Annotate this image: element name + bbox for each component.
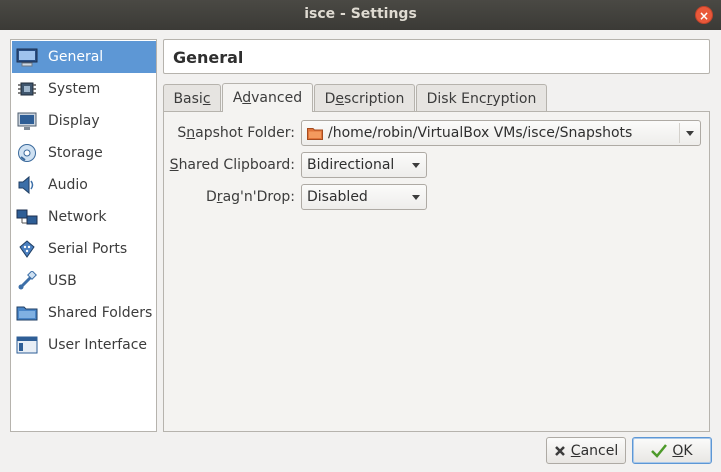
sidebar-item-label: Network bbox=[48, 209, 107, 225]
window-title: isce - Settings bbox=[304, 6, 417, 22]
sidebar-item-usb[interactable]: USB bbox=[12, 265, 156, 297]
sidebar-item-display[interactable]: Display bbox=[12, 105, 156, 137]
ok-button[interactable]: OK bbox=[632, 437, 712, 464]
combo-separator bbox=[679, 123, 680, 143]
shared-clipboard-select[interactable]: Bidirectional bbox=[301, 152, 427, 178]
tab-disk-encryption[interactable]: Disk Encryption bbox=[416, 84, 547, 112]
sidebar-item-general[interactable]: General bbox=[12, 41, 156, 73]
chip-icon bbox=[16, 78, 38, 100]
sidebar-item-serial-ports[interactable]: Serial Ports bbox=[12, 233, 156, 265]
sidebar-item-label: System bbox=[48, 81, 101, 97]
sidebar-item-label: User Interface bbox=[48, 337, 148, 353]
network-icon bbox=[16, 206, 38, 228]
tab-label: Description bbox=[324, 90, 405, 107]
drag-n-drop-value: Disabled bbox=[307, 189, 368, 205]
shared-folder-icon bbox=[16, 302, 38, 324]
chevron-down-icon bbox=[412, 163, 420, 168]
snapshot-folder-select[interactable]: /home/robin/VirtualBox VMs/isce/Snapshot… bbox=[301, 120, 701, 146]
sidebar-item-user-interface[interactable]: User Interface bbox=[12, 329, 156, 361]
snapshot-folder-label: Snapshot Folder: bbox=[177, 125, 295, 141]
tab-label: Disk Encryption bbox=[426, 90, 537, 107]
sidebar-item-network[interactable]: Network bbox=[12, 201, 156, 233]
tab-label: Advanced bbox=[232, 90, 303, 106]
cancel-button-label: Cancel bbox=[570, 442, 619, 459]
sidebar-item-system[interactable]: System bbox=[12, 73, 156, 105]
sidebar-item-label: Storage bbox=[48, 145, 103, 161]
chevron-down-icon bbox=[412, 195, 420, 200]
cancel-button[interactable]: Cancel bbox=[546, 437, 626, 464]
close-icon[interactable]: × bbox=[695, 6, 713, 24]
serial-port-icon bbox=[16, 238, 38, 260]
checkmark-icon bbox=[651, 443, 668, 458]
sidebar-item-label: Serial Ports bbox=[48, 241, 128, 257]
display-icon bbox=[16, 110, 38, 132]
tab-label: Basic bbox=[173, 90, 211, 107]
drag-n-drop-label: Drag'n'Drop: bbox=[206, 189, 295, 205]
tab-advanced[interactable]: Advanced bbox=[222, 83, 313, 112]
sidebar-item-label: Display bbox=[48, 113, 100, 129]
sidebar-item-label: Audio bbox=[48, 177, 88, 193]
sidebar-item-label: USB bbox=[48, 273, 77, 289]
sidebar-item-label: General bbox=[48, 49, 104, 65]
folder-icon bbox=[307, 127, 323, 140]
sidebar-item-label: Shared Folders bbox=[48, 305, 153, 321]
window-titlebar: isce - Settings × bbox=[0, 0, 721, 30]
usb-icon bbox=[16, 270, 38, 292]
shared-clipboard-value: Bidirectional bbox=[307, 157, 395, 173]
settings-sidebar: General System Display Storage Audio Net… bbox=[10, 39, 157, 432]
tab-basic[interactable]: Basic bbox=[163, 84, 221, 112]
shared-clipboard-label: Shared Clipboard: bbox=[169, 157, 295, 173]
sidebar-item-shared-folders[interactable]: Shared Folders bbox=[12, 297, 156, 329]
chevron-down-icon bbox=[686, 131, 694, 136]
disk-icon bbox=[16, 142, 38, 164]
speaker-icon bbox=[16, 174, 38, 196]
snapshot-folder-value: /home/robin/VirtualBox VMs/isce/Snapshot… bbox=[328, 125, 633, 141]
page-title: General bbox=[173, 48, 244, 67]
sidebar-item-storage[interactable]: Storage bbox=[12, 137, 156, 169]
cancel-icon bbox=[554, 445, 566, 457]
monitor-icon bbox=[16, 46, 38, 68]
tab-description[interactable]: Description bbox=[314, 84, 415, 112]
page-title-box: General bbox=[163, 39, 710, 74]
user-interface-icon bbox=[16, 334, 38, 356]
ok-button-label: OK bbox=[672, 442, 693, 459]
sidebar-item-audio[interactable]: Audio bbox=[12, 169, 156, 201]
drag-n-drop-select[interactable]: Disabled bbox=[301, 184, 427, 210]
